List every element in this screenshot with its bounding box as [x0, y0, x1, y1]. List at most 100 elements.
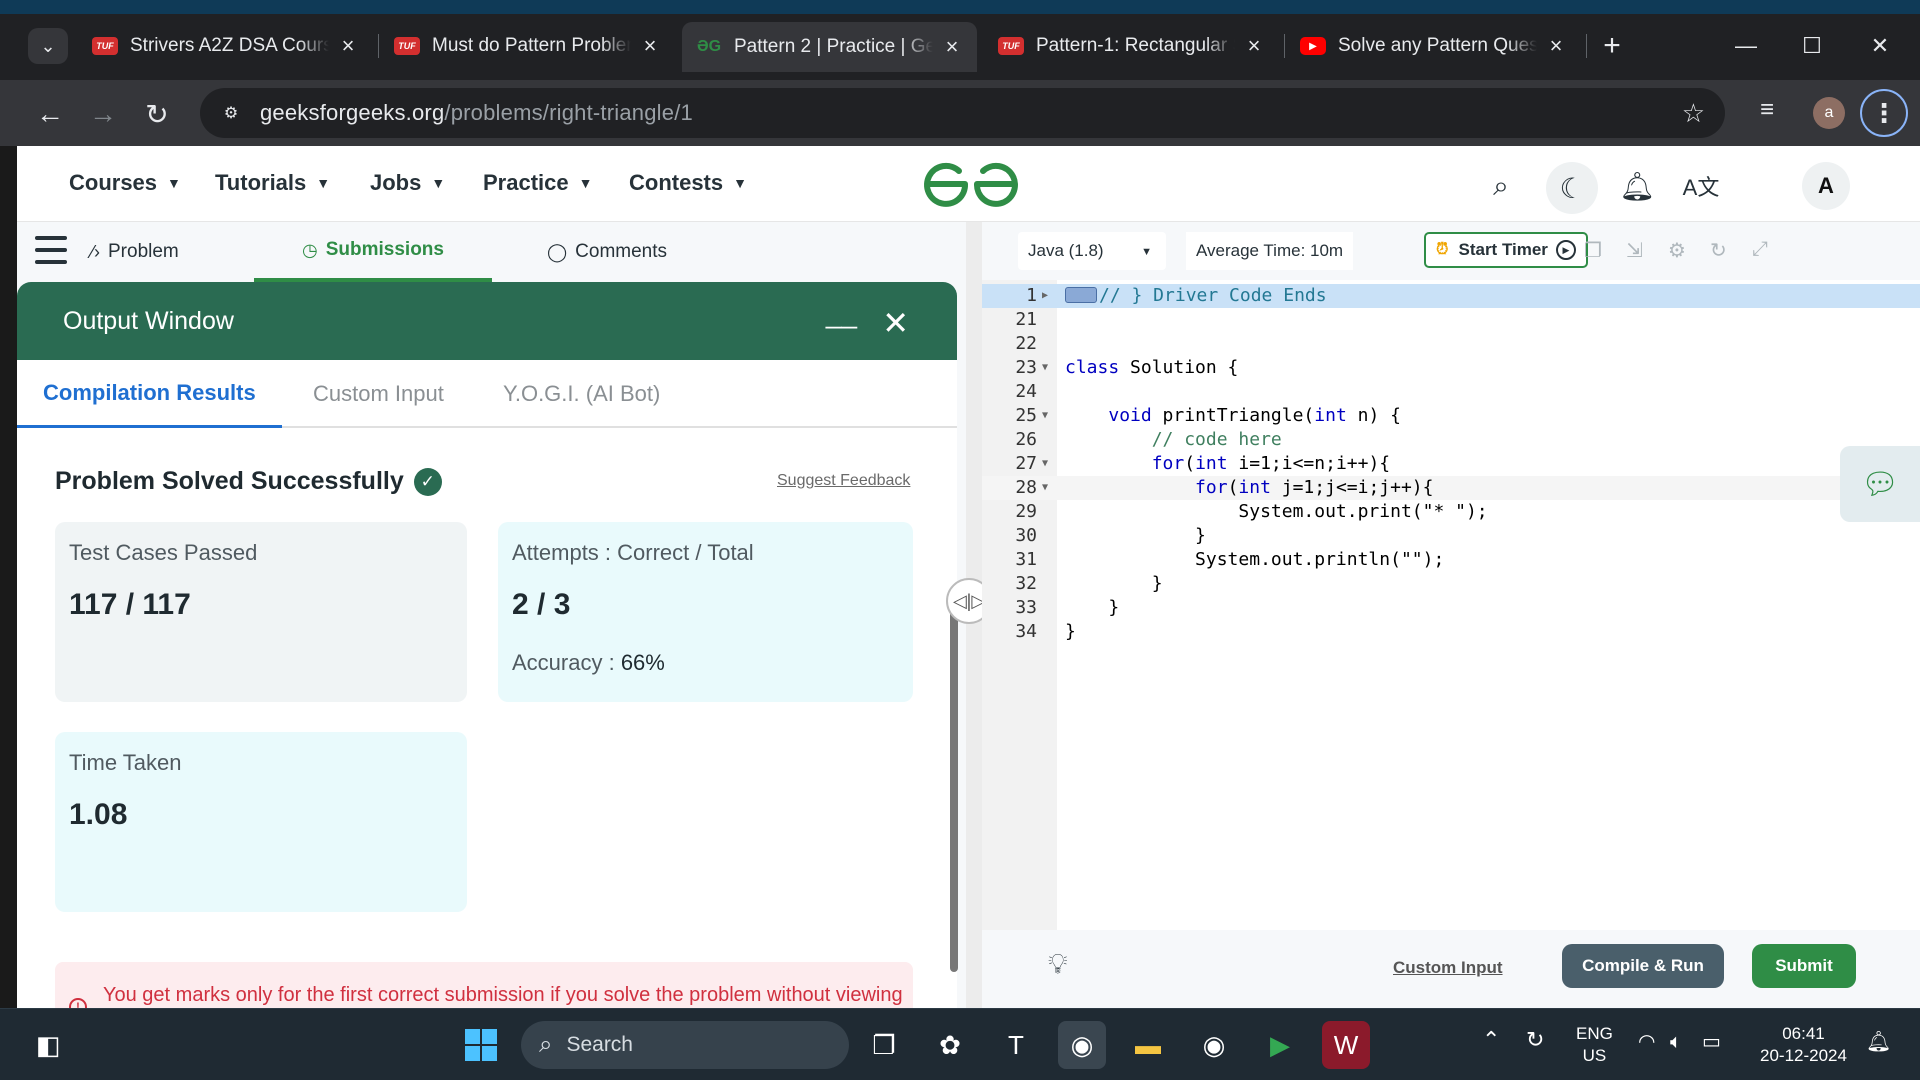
tab-yogi-ai-bot[interactable]: Y.O.G.I. (AI Bot)	[503, 360, 660, 428]
code-line[interactable]: 27 ▼ for(int i=1;i<=n;i++){	[982, 452, 1920, 476]
task-view-icon[interactable]: ❐	[860, 1021, 908, 1069]
forward-button[interactable]: →	[83, 94, 123, 134]
tab-strivers[interactable]: TUF Strivers A2Z DSA Course/ ×	[78, 26, 373, 66]
custom-input-link[interactable]: Custom Input	[1393, 958, 1503, 978]
bell-icon[interactable]: 🔔︎	[1617, 166, 1657, 206]
tab-custom-input[interactable]: Custom Input	[313, 360, 444, 428]
chrome-icon-active[interactable]: ◉	[1058, 1021, 1106, 1069]
tab-comments[interactable]: ◯ Comments	[547, 222, 667, 282]
close-icon[interactable]: ×	[941, 34, 963, 60]
tab-submissions[interactable]: ◷ Submissions	[254, 222, 492, 282]
hamburger-menu-icon[interactable]	[35, 236, 67, 264]
copy-icon[interactable]: ❐	[1584, 238, 1602, 263]
notification-bell-icon[interactable]: 🔔︎	[1866, 1031, 1891, 1053]
close-icon[interactable]: ×	[639, 33, 661, 59]
chrome-icon[interactable]: ◉	[1190, 1021, 1238, 1069]
widgets-icon[interactable]: ◧	[24, 1021, 72, 1069]
code-line[interactable]: 1 ▶ // } Driver Code Ends	[982, 284, 1920, 308]
gfg-logo[interactable]	[921, 160, 1021, 208]
lightbulb-icon[interactable]: 💡︎	[1048, 948, 1068, 981]
menu-tutorials[interactable]: Tutorials ▼	[215, 170, 330, 196]
start-icon[interactable]	[457, 1021, 505, 1069]
tab-compilation-results[interactable]: Compilation Results	[17, 360, 282, 428]
new-tab-button[interactable]: +	[1594, 28, 1630, 64]
volume-icon[interactable]: 🔈︎	[1670, 1031, 1682, 1053]
minimize-icon[interactable]: __	[826, 298, 857, 330]
battery-icon[interactable]: ▭	[1702, 1031, 1721, 1053]
dark-mode-toggle[interactable]: ☾	[1546, 162, 1598, 214]
language-indicator[interactable]: ENG US	[1576, 1023, 1613, 1067]
code-line[interactable]: 28 ▼ for(int j=1;j<=i;j++){	[982, 476, 1920, 500]
tab-pattern-problems[interactable]: TUF Must do Pattern Problem ×	[380, 26, 675, 66]
fullscreen-icon[interactable]: ⤢	[1752, 238, 1768, 261]
play-store-icon[interactable]: ▶	[1256, 1021, 1304, 1069]
close-icon[interactable]: ✕	[882, 304, 909, 342]
output-scrollbar[interactable]	[950, 592, 958, 972]
fold-collapsed-icon[interactable]: ▶	[1042, 284, 1048, 308]
address-bar[interactable]: ⚙ geeksforgeeks.org/problems/right-trian…	[200, 88, 1725, 138]
fold-expanded-icon[interactable]: ▼	[1042, 476, 1048, 500]
tab-pattern-2-active[interactable]: ƏG Pattern 2 | Practice | Geek ×	[682, 22, 977, 72]
close-icon[interactable]: ×	[337, 33, 359, 59]
code-line[interactable]: 29 System.out.print("* ");	[982, 500, 1920, 524]
clock[interactable]: 06:41 20-12-2024	[1760, 1023, 1847, 1067]
close-icon[interactable]: ×	[1545, 33, 1567, 59]
reload-button[interactable]: ↻	[137, 94, 177, 134]
taskbar-search[interactable]: ⌕ Search	[521, 1021, 849, 1069]
close-icon[interactable]: ×	[1243, 33, 1265, 59]
code-line[interactable]: 22	[982, 332, 1920, 356]
file-explorer-icon[interactable]: ▬	[1124, 1021, 1172, 1069]
code-line[interactable]: 32 }	[982, 572, 1920, 596]
code-line[interactable]: 24	[982, 380, 1920, 404]
tab-youtube[interactable]: ▶ Solve any Pattern Questi ×	[1286, 26, 1581, 66]
tab-search-button[interactable]: ⌄	[28, 28, 68, 64]
code-line[interactable]: 34}	[982, 620, 1920, 644]
chat-icon[interactable]: 💬︎	[1840, 446, 1920, 522]
settings-icon[interactable]: ⚙	[1668, 238, 1686, 263]
menu-practice[interactable]: Practice ▼	[483, 170, 592, 196]
export-icon[interactable]: ⇲	[1626, 238, 1643, 263]
maximize-window-button[interactable]: ☐	[1782, 24, 1842, 68]
search-icon[interactable]: ⌕	[1481, 166, 1521, 206]
code-line[interactable]: 30 }	[982, 524, 1920, 548]
submit-button[interactable]: Submit	[1752, 944, 1856, 988]
code-line[interactable]: 33 }	[982, 596, 1920, 620]
tab-problem[interactable]: ⁄› Problem	[91, 222, 179, 282]
menu-jobs[interactable]: Jobs ▼	[370, 170, 445, 196]
menu-courses[interactable]: Courses ▼	[69, 170, 181, 196]
bookmark-star-icon[interactable]: ☆	[1682, 98, 1705, 129]
sync-icon[interactable]: ↻	[1526, 1029, 1544, 1051]
start-timer-button[interactable]: ⏰︎ Start Timer ▶	[1424, 232, 1588, 268]
browser-menu-button[interactable]: ⋮	[1860, 89, 1908, 137]
problem-pane: ⁄› Problem ◷ Submissions ◯ Comments Output …	[17, 222, 966, 1008]
code-editor[interactable]: 1 ▶// } Driver Code Ends 21 22 23 ▼ class Solu…	[982, 280, 1920, 930]
recording-app-icon[interactable]: W	[1322, 1021, 1370, 1069]
fold-expanded-icon[interactable]: ▼	[1042, 404, 1048, 428]
fold-expanded-icon[interactable]: ▼	[1042, 356, 1048, 380]
profile-avatar[interactable]: a	[1813, 97, 1845, 129]
user-avatar[interactable]: A	[1802, 162, 1850, 210]
teams-icon[interactable]: T	[992, 1021, 1040, 1069]
code-line[interactable]: 26 // code here	[982, 428, 1920, 452]
suggest-feedback-link[interactable]: Suggest Feedback	[777, 472, 910, 490]
translate-icon[interactable]: A文	[1681, 166, 1721, 206]
back-button[interactable]: ←	[30, 94, 70, 134]
menu-contests[interactable]: Contests ▼	[629, 170, 747, 196]
close-window-button[interactable]: ✕	[1850, 24, 1910, 68]
wifi-icon[interactable]: ◠	[1638, 1031, 1655, 1053]
tab-pattern-1[interactable]: TUF Pattern-1: Rectangular St ×	[984, 26, 1279, 66]
folded-region-icon[interactable]	[1065, 287, 1097, 303]
code-line[interactable]: 21	[982, 308, 1920, 332]
copilot-icon[interactable]: ✿	[926, 1021, 974, 1069]
reset-icon[interactable]: ↻	[1710, 238, 1727, 263]
code-line[interactable]: 23 ▼ class Solution {	[982, 356, 1920, 380]
code-line[interactable]: 31 System.out.println("");	[982, 548, 1920, 572]
fold-expanded-icon[interactable]: ▼	[1042, 452, 1048, 476]
code-line[interactable]: 25 ▼ void printTriangle(int n) {	[982, 404, 1920, 428]
media-controls-icon[interactable]: ≡	[1760, 96, 1774, 124]
site-info-icon[interactable]: ⚙	[216, 98, 246, 128]
minimize-window-button[interactable]: —	[1716, 24, 1776, 68]
language-select[interactable]: Java (1.8) ▼	[1018, 232, 1166, 270]
compile-run-button[interactable]: Compile & Run	[1562, 944, 1724, 988]
chevron-up-icon[interactable]: ⌃	[1482, 1029, 1500, 1051]
